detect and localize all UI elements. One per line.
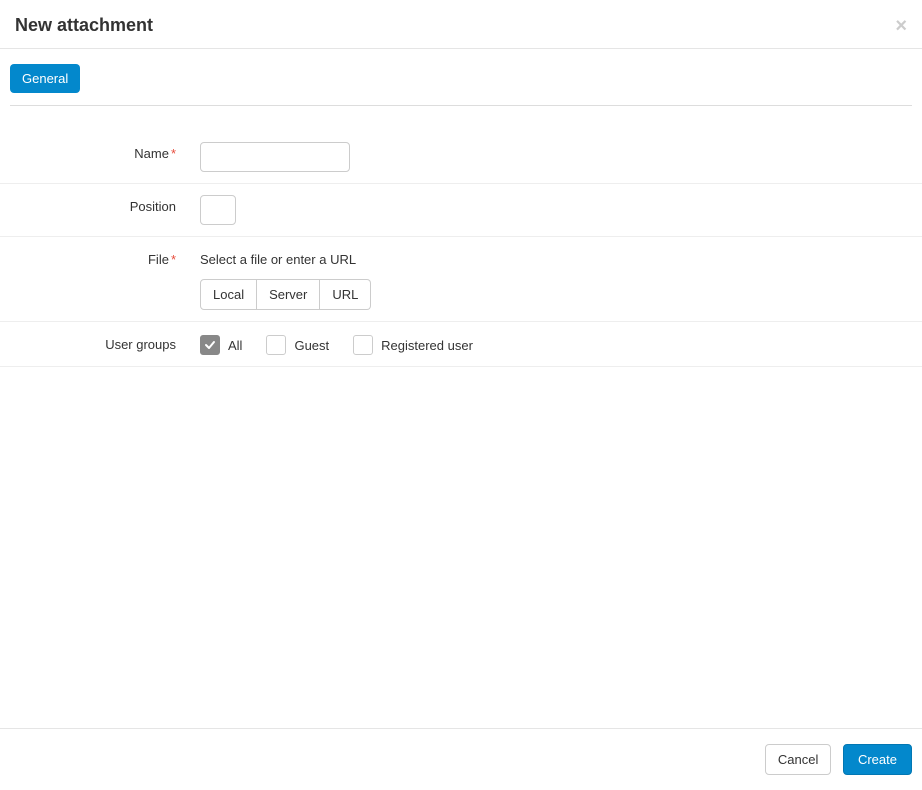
tabs: General [10,64,912,106]
modal-header: New attachment × [0,0,922,49]
close-button[interactable]: × [895,16,907,36]
field-file: File* Select a file or enter a URL Local… [10,237,912,321]
user-groups-label: User groups [105,337,176,352]
file-server-button[interactable]: Server [257,279,320,310]
modal-footer: Cancel Create [0,728,922,790]
user-groups-input-col: All Guest Registered user [182,333,912,355]
file-label-col: File* [10,248,182,267]
check-icon [204,339,216,351]
file-local-button[interactable]: Local [200,279,257,310]
checkbox-guest[interactable] [266,335,286,355]
field-name: Name* [10,131,912,183]
modal-body: General Name* Position File* [0,49,922,367]
modal-title: New attachment [15,15,153,36]
name-input-col [182,142,912,172]
name-input[interactable] [200,142,350,172]
user-groups-options: All Guest Registered user [200,333,912,355]
checkbox-all-label: All [228,338,242,353]
tab-general[interactable]: General [10,64,80,93]
form-area: Name* Position File* Select a file or en… [10,106,912,367]
required-marker: * [171,146,176,161]
name-label: Name [134,146,169,161]
required-marker: * [171,252,176,267]
checkbox-item-guest: Guest [266,335,329,355]
file-label: File [148,252,169,267]
field-position: Position [10,184,912,236]
create-button[interactable]: Create [843,744,912,775]
name-label-col: Name* [10,142,182,161]
position-label: Position [130,199,176,214]
file-input-col: Select a file or enter a URL Local Serve… [182,248,912,310]
checkbox-all[interactable] [200,335,220,355]
position-label-col: Position [10,195,182,214]
cancel-button[interactable]: Cancel [765,744,831,775]
user-groups-label-col: User groups [10,333,182,352]
position-input-col [182,195,912,225]
position-input[interactable] [200,195,236,225]
field-user-groups: User groups All Guest [10,322,912,366]
checkbox-item-all: All [200,335,242,355]
file-source-group: Local Server URL [200,279,371,310]
close-icon: × [895,15,907,37]
checkbox-item-registered: Registered user [353,335,473,355]
divider [0,366,922,367]
file-url-button[interactable]: URL [320,279,371,310]
checkbox-registered-label: Registered user [381,338,473,353]
checkbox-guest-label: Guest [294,338,329,353]
file-hint: Select a file or enter a URL [200,248,912,267]
checkbox-registered[interactable] [353,335,373,355]
